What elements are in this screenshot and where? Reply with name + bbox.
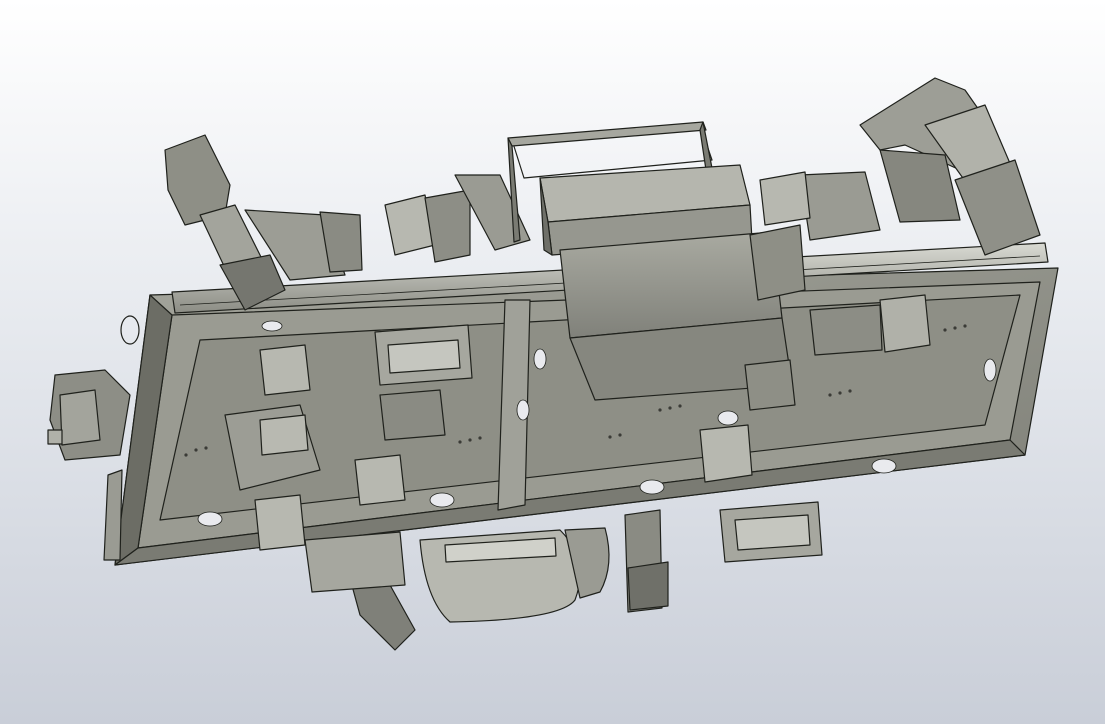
clamp-cylinder-top-mid [384, 174, 531, 263]
left-end-clamp [47, 369, 131, 561]
lower-bracket-tray [419, 527, 610, 623]
lifting-ring [120, 315, 140, 345]
fixture-assembly-model[interactable] [0, 0, 1105, 724]
cad-3d-viewport[interactable] [0, 0, 1105, 724]
clamp-arm-right [799, 77, 1041, 256]
lower-post-right [624, 509, 669, 613]
